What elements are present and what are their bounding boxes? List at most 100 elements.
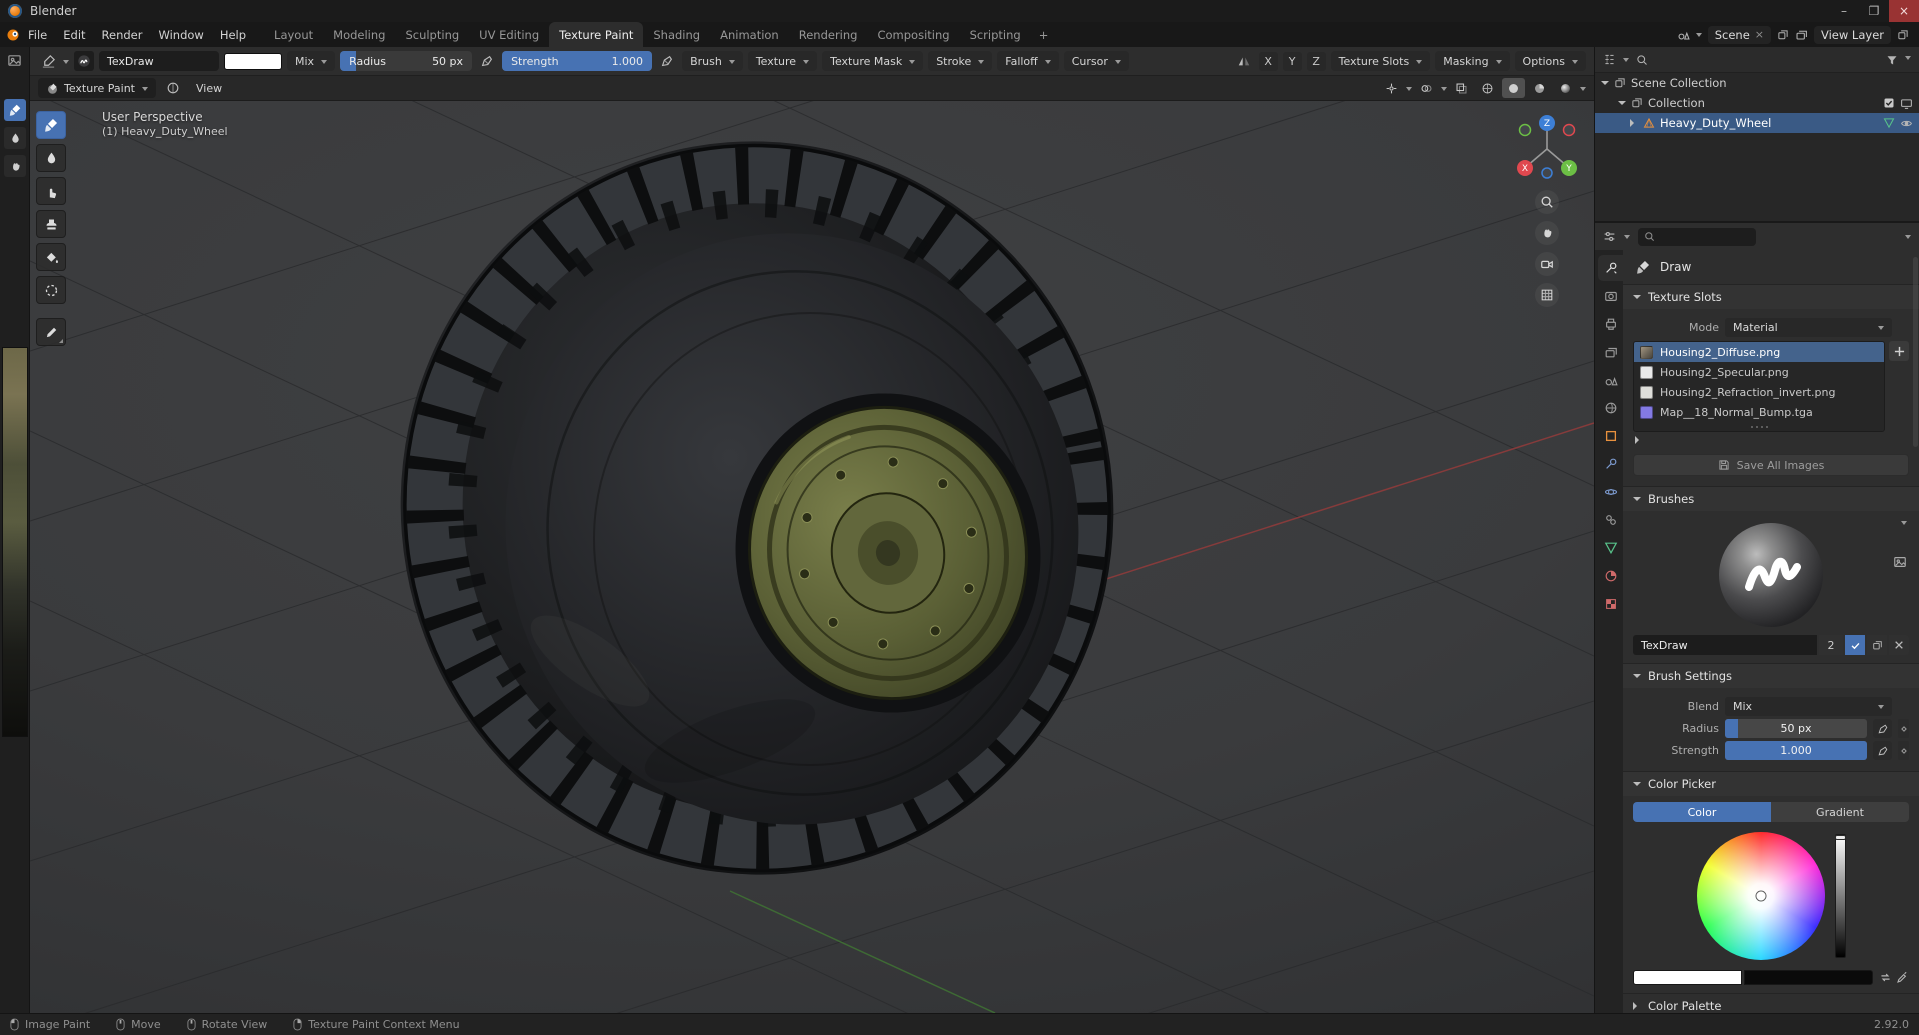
strength-pressure-icon[interactable] (657, 51, 677, 71)
menu-render[interactable]: Render (94, 25, 151, 45)
brush-popover[interactable]: Brush (682, 51, 743, 71)
properties-scrollbar[interactable] (1913, 257, 1918, 447)
workspace-tab-scripting[interactable]: Scripting (960, 22, 1031, 47)
outliner-row-heavy-duty-wheel[interactable]: Heavy_Duty_Wheel (1595, 113, 1919, 133)
view-menu[interactable]: View (190, 80, 228, 97)
brush-datablock-icon[interactable] (74, 51, 94, 71)
properties-search-field[interactable] (1638, 227, 1756, 246)
workspace-tab-sculpting[interactable]: Sculpting (395, 22, 469, 47)
primary-color-swatch[interactable] (1633, 970, 1743, 985)
add-texture-slot-button[interactable] (1889, 341, 1909, 361)
xray-toggle-icon[interactable] (1450, 78, 1473, 98)
workspace-tab-compositing[interactable]: Compositing (867, 22, 959, 47)
shading-rendered-button[interactable] (1554, 78, 1577, 98)
add-workspace-button[interactable]: + (1031, 22, 1057, 47)
radius-slider-panel[interactable]: 50 px (1725, 719, 1867, 738)
gizmo-chevron-icon[interactable] (1406, 86, 1412, 94)
outliner-search-icon[interactable] (1636, 54, 1648, 66)
texture-mask-popover[interactable]: Texture Mask (822, 51, 924, 71)
scene-chevron-icon[interactable] (1695, 33, 1702, 40)
exclude-checkbox-icon[interactable] (1883, 97, 1895, 110)
properties-options-chevron-icon[interactable] (1905, 235, 1911, 242)
image-editor-sliver[interactable] (0, 47, 30, 1013)
editor-type-chevron-icon[interactable] (63, 59, 69, 67)
brush-preview-browse-icon[interactable] (1893, 555, 1907, 569)
mirror-icon[interactable] (1234, 51, 1254, 71)
workspace-tab-shading[interactable]: Shading (643, 22, 710, 47)
blender-menu-icon[interactable] (6, 28, 20, 42)
new-scene-icon[interactable] (1777, 29, 1789, 41)
shading-chevron-icon[interactable] (1580, 86, 1586, 94)
minimize-button[interactable]: – (1829, 0, 1859, 22)
workspace-tab-animation[interactable]: Animation (710, 22, 789, 47)
brush-name-input[interactable]: TexDraw (1633, 635, 1817, 655)
workspace-tab-uv-editing[interactable]: UV Editing (469, 22, 549, 47)
properties-mode-chevron-icon[interactable] (1624, 235, 1630, 242)
tool-fill-button[interactable] (36, 243, 66, 271)
tab-constraints[interactable] (1598, 507, 1623, 533)
sliver-soften-tool-button[interactable] (4, 127, 26, 149)
shading-solid-button[interactable] (1502, 78, 1525, 98)
radius-animate-decorator[interactable] (1898, 719, 1909, 738)
outliner-mode-chevron-icon[interactable] (1623, 58, 1629, 65)
tab-modifiers[interactable] (1598, 451, 1623, 477)
brush-name-field[interactable]: TexDraw (99, 51, 219, 71)
radius-pressure-icon[interactable] (477, 51, 497, 71)
scene-icon[interactable] (1677, 28, 1690, 41)
close-button[interactable]: × (1889, 0, 1919, 22)
tab-gradient[interactable]: Gradient (1771, 802, 1909, 822)
color-picker-panel-header[interactable]: Color Picker (1623, 772, 1919, 796)
tab-world[interactable] (1598, 395, 1623, 421)
mode-dropdown[interactable]: Texture Paint (38, 78, 156, 98)
maximize-button[interactable]: ❐ (1859, 0, 1889, 22)
tool-soften-button[interactable] (36, 144, 66, 172)
texture-slot-row[interactable]: Housing2_Refraction_invert.png (1634, 382, 1884, 402)
outliner-filter-chevron-icon[interactable] (1905, 55, 1911, 63)
texture-slot-row[interactable]: Housing2_Specular.png (1634, 362, 1884, 382)
tab-physics[interactable] (1598, 479, 1623, 505)
menu-edit[interactable]: Edit (55, 25, 93, 45)
radius-slider[interactable]: Radius 50 px (340, 51, 473, 71)
mirror-x-toggle[interactable]: X (1258, 51, 1278, 71)
menu-help[interactable]: Help (212, 25, 254, 45)
tab-scene[interactable] (1598, 367, 1623, 393)
scene-unlink-icon[interactable]: × (1755, 28, 1764, 41)
brush-color-swatch[interactable] (224, 52, 282, 70)
swap-colors-icon[interactable] (1879, 971, 1892, 984)
secondary-color-swatch[interactable] (1744, 970, 1873, 985)
sliver-pan-tool-button[interactable] (4, 155, 26, 177)
tab-output[interactable] (1598, 311, 1623, 337)
strength-animate-decorator[interactable] (1898, 741, 1909, 760)
unlink-brush-button[interactable] (1889, 635, 1909, 655)
tool-annotate-button[interactable] (36, 318, 66, 346)
tool-smear-button[interactable] (36, 177, 66, 205)
options-popover[interactable]: Options (1514, 51, 1586, 71)
strength-pressure-button[interactable] (1873, 741, 1892, 760)
value-slider[interactable] (1834, 834, 1846, 958)
save-all-images-button[interactable]: Save All Images (1633, 454, 1909, 476)
show-overlays-icon[interactable] (1415, 78, 1438, 98)
color-palette-panel-header[interactable]: Color Palette (1623, 994, 1919, 1013)
expand-icon[interactable] (1630, 119, 1638, 127)
camera-view-button[interactable] (1535, 252, 1559, 276)
tool-mask-button[interactable] (36, 276, 66, 304)
show-gizmo-icon[interactable] (1380, 78, 1403, 98)
tab-texture[interactable] (1598, 591, 1623, 617)
brush-preview-chevron-icon[interactable] (1901, 521, 1907, 528)
texture-slots-panel-header[interactable]: Texture Slots (1623, 285, 1919, 309)
falloff-popover[interactable]: Falloff (997, 51, 1059, 71)
viewport-3d-canvas[interactable]: User Perspective (1) Heavy_Duty_Wheel Z (30, 101, 1594, 1013)
tab-render[interactable] (1598, 283, 1623, 309)
mirror-y-toggle[interactable]: Y (1282, 51, 1302, 71)
brush-settings-panel-header[interactable]: Brush Settings (1623, 664, 1919, 688)
strength-slider-panel[interactable]: 1.000 (1725, 741, 1867, 760)
menu-window[interactable]: Window (150, 25, 211, 45)
eyedropper-icon[interactable] (1896, 971, 1909, 984)
mirror-z-toggle[interactable]: Z (1306, 51, 1326, 71)
workspace-tab-texture-paint[interactable]: Texture Paint (549, 22, 644, 47)
overlays-chevron-icon[interactable] (1441, 86, 1447, 94)
orientation-gizmo[interactable]: Z X Y (1510, 109, 1584, 183)
tab-object[interactable] (1598, 423, 1623, 449)
new-brush-button[interactable] (1867, 635, 1887, 655)
masking-popover[interactable]: Masking (1435, 51, 1510, 71)
